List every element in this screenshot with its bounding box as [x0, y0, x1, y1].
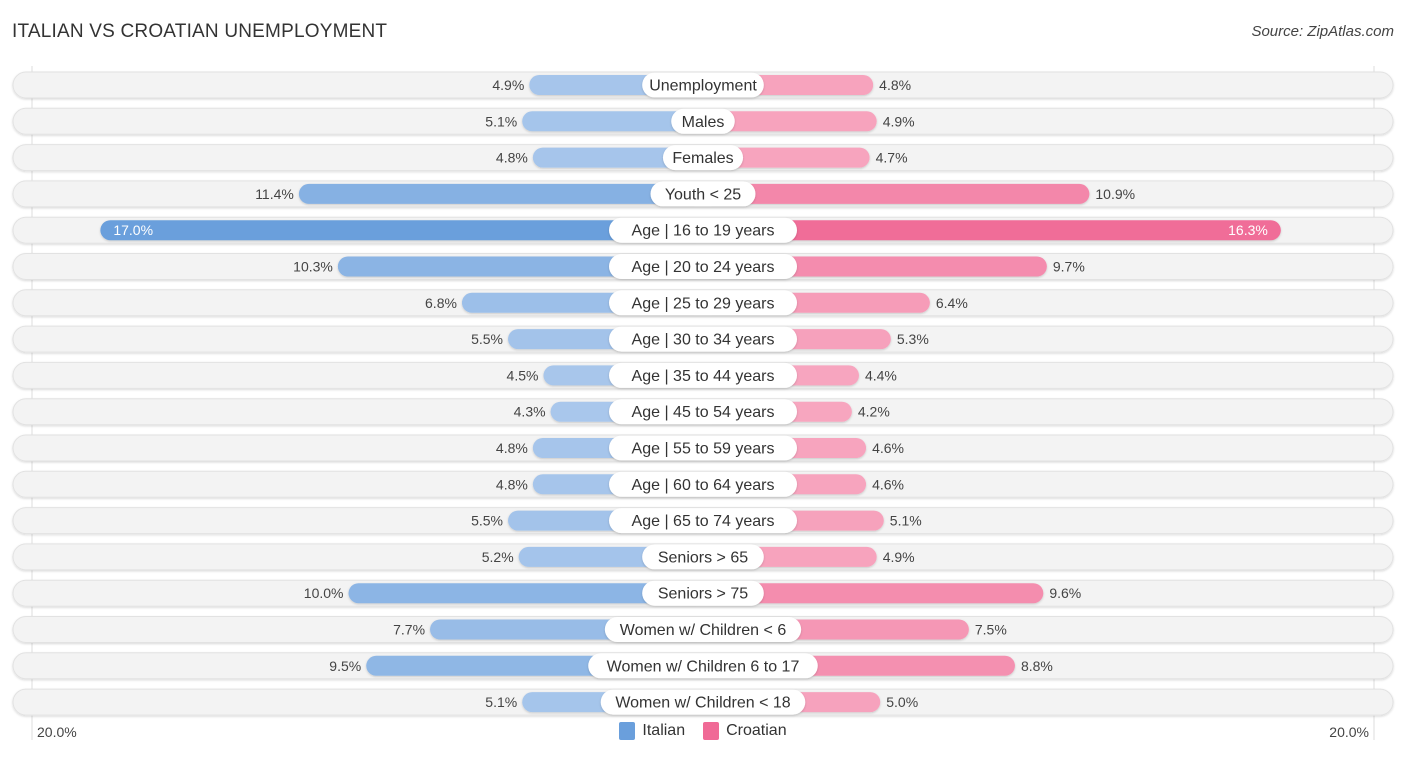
- chart-row[interactable]: 5.2% 4.9% Seniors > 65: [12, 543, 1394, 571]
- category-label: Males: [682, 114, 725, 131]
- category-label: Females: [672, 150, 733, 167]
- category-label: Age | 45 to 54 years: [632, 404, 775, 421]
- value-label-croatian: 6.4%: [936, 295, 968, 311]
- category-label: Age | 20 to 24 years: [632, 259, 775, 276]
- value-label-italian: 4.9%: [492, 77, 524, 93]
- value-label-italian: 6.8%: [425, 295, 457, 311]
- chart-row[interactable]: 4.8% 4.7% Females: [12, 144, 1394, 172]
- value-label-italian: 4.5%: [507, 367, 539, 383]
- value-label-croatian: 4.9%: [883, 113, 915, 129]
- legend-item-italian[interactable]: Italian: [619, 722, 685, 740]
- legend-item-croatian[interactable]: Croatian: [703, 722, 787, 740]
- category-label: Women w/ Children 6 to 17: [607, 658, 800, 675]
- bar-italian: [298, 183, 703, 204]
- category-label: Age | 25 to 29 years: [632, 295, 775, 312]
- value-label-italian: 5.5%: [471, 331, 503, 347]
- chart-row[interactable]: 5.5% 5.3% Age | 30 to 34 years: [12, 325, 1394, 353]
- chart-row[interactable]: 5.1% 5.0% Women w/ Children < 18: [12, 688, 1394, 716]
- category-label: Youth < 25: [665, 186, 741, 203]
- chart-row[interactable]: 4.8% 4.6% Age | 55 to 59 years: [12, 434, 1394, 462]
- value-label-croatian: 4.9%: [883, 549, 915, 565]
- legend-swatch-croatian: [703, 722, 720, 740]
- diverging-bar-chart: 4.9% 4.8% Unemployment 5.1% 4.9% Males 4.8% 4.7…: [12, 66, 1394, 740]
- chart-row[interactable]: 4.9% 4.8% Unemployment: [12, 71, 1394, 99]
- value-label-italian: 5.2%: [482, 549, 514, 565]
- value-label-italian: 5.1%: [485, 113, 517, 129]
- category-label: Seniors > 75: [658, 586, 748, 603]
- category-label: Unemployment: [649, 78, 757, 95]
- value-label-italian: 10.0%: [304, 585, 344, 601]
- chart-row[interactable]: 11.4% 10.9% Youth < 25: [12, 180, 1394, 208]
- value-label-italian: 17.0%: [113, 222, 153, 238]
- category-label: Age | 65 to 74 years: [632, 513, 775, 530]
- value-label-croatian: 4.2%: [858, 404, 890, 420]
- chart-row[interactable]: 7.7% 7.5% Women w/ Children < 6: [12, 616, 1394, 643]
- category-label: Age | 60 to 64 years: [632, 477, 775, 494]
- category-label: Seniors > 65: [658, 549, 748, 566]
- category-label: Age | 16 to 19 years: [632, 223, 775, 240]
- value-label-croatian: 5.1%: [890, 513, 922, 529]
- chart-row[interactable]: 10.0% 9.6% Seniors > 75: [12, 579, 1394, 607]
- value-label-croatian: 4.4%: [865, 367, 897, 383]
- value-label-croatian: 5.0%: [886, 694, 918, 710]
- category-label: Age | 55 to 59 years: [632, 441, 775, 458]
- value-label-croatian: 4.6%: [872, 476, 904, 492]
- chart-row[interactable]: 4.8% 4.6% Age | 60 to 64 years: [12, 470, 1394, 498]
- legend-label-croatian: Croatian: [726, 722, 787, 739]
- category-label: Age | 30 to 34 years: [632, 332, 775, 349]
- category-label: Age | 35 to 44 years: [632, 368, 775, 385]
- legend-label-italian: Italian: [642, 722, 686, 739]
- chart-row[interactable]: 4.5% 4.4% Age | 35 to 44 years: [12, 361, 1394, 389]
- category-label: Women w/ Children < 18: [615, 695, 790, 712]
- value-label-italian: 4.8%: [496, 440, 528, 456]
- value-label-italian: 5.1%: [485, 694, 517, 710]
- chart-row[interactable]: 5.5% 5.1% Age | 65 to 74 years: [12, 507, 1394, 535]
- value-label-italian: 10.3%: [293, 259, 333, 275]
- legend: Italian Croatian: [0, 722, 1406, 740]
- value-label-italian: 4.8%: [496, 150, 528, 166]
- chart-row[interactable]: 10.3% 9.7% Age | 20 to 24 years: [12, 253, 1394, 280]
- value-label-croatian: 9.7%: [1053, 259, 1085, 275]
- value-label-croatian: 4.8%: [879, 77, 911, 93]
- bar-croatian: [703, 183, 1090, 204]
- value-label-italian: 5.5%: [471, 513, 503, 529]
- value-label-italian: 9.5%: [329, 658, 361, 674]
- value-label-croatian: 7.5%: [975, 622, 1007, 638]
- value-label-croatian: 10.9%: [1095, 186, 1135, 202]
- category-label: Women w/ Children < 6: [620, 622, 787, 639]
- chart-row[interactable]: 17.0% 16.3% Age | 16 to 19 years: [12, 216, 1394, 244]
- chart-row[interactable]: 4.3% 4.2% Age | 45 to 54 years: [12, 398, 1394, 426]
- value-label-italian: 4.8%: [496, 476, 528, 492]
- chart-row[interactable]: 6.8% 6.4% Age | 25 to 29 years: [12, 289, 1394, 317]
- value-label-croatian: 5.3%: [897, 331, 929, 347]
- value-label-croatian: 16.3%: [1228, 222, 1268, 238]
- chart-row[interactable]: 9.5% 8.8% Women w/ Children 6 to 17: [12, 652, 1394, 680]
- value-label-italian: 7.7%: [393, 622, 425, 638]
- legend-swatch-italian: [619, 722, 636, 740]
- value-label-italian: 11.4%: [255, 186, 294, 202]
- value-label-croatian: 8.8%: [1021, 658, 1053, 674]
- value-label-croatian: 9.6%: [1049, 585, 1081, 601]
- value-label-croatian: 4.7%: [876, 150, 908, 166]
- value-label-croatian: 4.6%: [872, 440, 904, 456]
- value-label-italian: 4.3%: [514, 404, 546, 420]
- chart-row[interactable]: 5.1% 4.9% Males: [12, 107, 1394, 135]
